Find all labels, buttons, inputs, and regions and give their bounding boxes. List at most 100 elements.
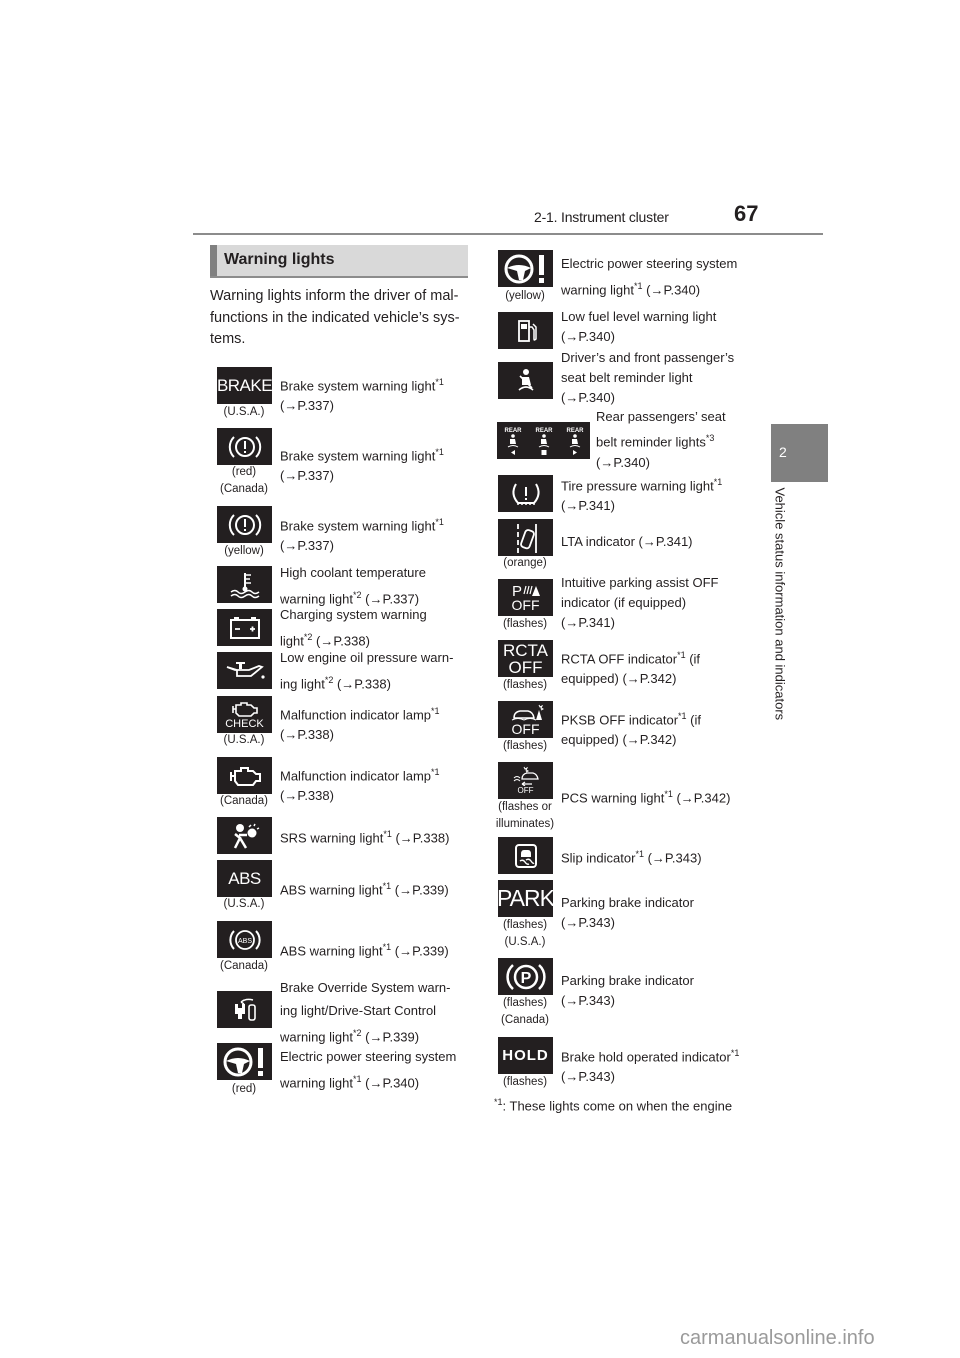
icon-caption: (flashes) (U.S.A.) xyxy=(495,917,555,951)
page-reference[interactable]: (→P.337) xyxy=(280,398,334,413)
slip-indicator-icon xyxy=(498,837,553,874)
intro-paragraph: Warning lights inform the driver of mal-… xyxy=(210,286,470,351)
icon-label: OFF xyxy=(508,657,543,677)
hold-text-icon: HOLD xyxy=(498,1037,553,1074)
item-description: Slip indicator*1 (→P.343) xyxy=(561,844,702,868)
section-header: 2-1. Instrument cluster xyxy=(534,209,669,225)
page-reference[interactable]: (→P.340) xyxy=(596,455,650,470)
engine-icon xyxy=(217,757,272,794)
icon-caption: (flashes) xyxy=(502,618,548,630)
item-description: Malfunction indicator lamp*1 (→P.338) xyxy=(280,762,440,806)
footnote-ref: *1 xyxy=(382,942,392,952)
desc-text: SRS warning light xyxy=(280,830,384,846)
park-text-icon: PARK xyxy=(497,880,555,917)
lta-icon xyxy=(498,519,553,556)
page-reference[interactable]: (→P.339) xyxy=(391,882,449,897)
chapter-title: Vehicle status information and indicator… xyxy=(772,487,788,721)
desc-text: (if xyxy=(685,651,701,667)
caption-line: (flashes or xyxy=(498,801,552,813)
chapter-tab[interactable]: 2 xyxy=(771,424,828,482)
coolant-temperature-icon xyxy=(217,566,272,603)
abs-text-icon: ABS xyxy=(217,860,272,897)
icon-label: OFF xyxy=(517,786,534,795)
brake-text-icon: BRAKE xyxy=(217,367,273,404)
desc-text: Electric power steering system xyxy=(561,256,738,271)
item-description: Electric power steering system warning li… xyxy=(561,252,737,301)
engine-check-icon: CHECK xyxy=(217,696,272,733)
item-description: Driver’s and front passenger’s seat belt … xyxy=(561,348,734,408)
page-reference[interactable]: (→P.339) xyxy=(362,1029,419,1044)
page-reference[interactable]: (→P.339) xyxy=(391,943,449,958)
desc-text: Low fuel level warning light xyxy=(561,309,717,324)
desc-text: warning light xyxy=(561,282,634,298)
desc-text: PCS warning light xyxy=(561,790,665,806)
chapter-title-vertical: Vehicle status information and indicator… xyxy=(770,488,790,752)
page-reference[interactable]: (→P.343) xyxy=(644,850,702,865)
item-description: SRS warning light*1 (→P.338) xyxy=(280,824,449,848)
footnote-text: : These lights come on when the engine xyxy=(502,1098,733,1114)
item-description: Brake system warning light*1 (→P.337) xyxy=(280,442,444,486)
brake-circle-icon xyxy=(217,506,272,543)
page-reference[interactable]: (→P.338) xyxy=(333,676,391,691)
heading-accent-bar xyxy=(210,245,217,276)
icon-label: ABS xyxy=(228,868,261,888)
desc-text: belt reminder lights xyxy=(596,433,706,449)
desc-text: ing light xyxy=(280,676,325,692)
desc-text: seat belt reminder light xyxy=(561,370,693,385)
page-reference[interactable]: (→P.340) xyxy=(561,329,615,344)
page-reference[interactable]: (→P.342) xyxy=(673,790,730,805)
desc-text: Electric power steering system xyxy=(280,1049,457,1064)
tire-pressure-icon xyxy=(498,475,553,512)
item-description: LTA indicator (→P.341) xyxy=(561,532,693,552)
brake-circle-icon xyxy=(217,428,272,465)
steering-wheel-icon xyxy=(498,250,553,287)
page-reference[interactable]: (→P.341) xyxy=(561,615,615,630)
footnote-ref: *1 xyxy=(431,706,440,716)
page-reference[interactable]: equipped) (→P.342) xyxy=(561,732,676,747)
desc-text: Brake system warning light xyxy=(280,378,436,394)
footnote-ref: *1 xyxy=(435,517,444,527)
svg-text:REAR: REAR xyxy=(566,428,584,434)
page-reference[interactable]: (→P.337) xyxy=(280,468,334,483)
icon-label: OFF xyxy=(511,720,540,737)
seat-belt-icon xyxy=(498,362,553,399)
footnote-ref: *1 xyxy=(382,881,392,891)
icon-label: CHECK xyxy=(225,717,264,730)
page-reference[interactable]: (→P.341) xyxy=(561,498,615,513)
item-description: Tire pressure warning light*1 (→P.341) xyxy=(561,472,722,516)
page-reference[interactable]: (→P.340) xyxy=(561,390,615,405)
chapter-number: 2 xyxy=(779,444,787,460)
item-description: Parking brake indicator (→P.343) xyxy=(561,971,694,1011)
desc-text: Brake Override System warn- xyxy=(280,980,451,995)
icon-caption: (U.S.A.) xyxy=(223,406,265,418)
svg-text:P: P xyxy=(512,583,522,598)
page-reference[interactable]: (→P.343) xyxy=(561,1069,615,1084)
page-reference[interactable]: (→P.340) xyxy=(643,282,700,297)
page-reference[interactable]: equipped) (→P.342) xyxy=(561,671,676,686)
battery-icon xyxy=(217,609,272,646)
desc-text: Intuitive parking assist OFF xyxy=(561,575,719,590)
footnote-ref: *2 xyxy=(353,590,362,600)
section-title: Warning lights xyxy=(224,251,335,268)
icon-caption: (U.S.A.) xyxy=(223,898,265,910)
page-reference[interactable]: (→P.343) xyxy=(561,915,615,930)
desc-text: RCTA OFF indicator xyxy=(561,651,678,667)
pksb-off-icon: OFF xyxy=(498,701,553,738)
desc-text: Brake system warning light xyxy=(280,448,436,464)
desc-text: Rear passengers’ seat xyxy=(596,409,726,424)
item-description: Parking brake indicator (→P.343) xyxy=(561,893,694,933)
page-reference[interactable]: (→P.338) xyxy=(280,727,334,742)
item-description: ABS warning light*1 (→P.339) xyxy=(280,876,449,900)
page-reference[interactable]: (→P.337) xyxy=(280,538,334,553)
page-reference[interactable]: (→P.340) xyxy=(362,1075,419,1090)
page-reference[interactable]: (→P.343) xyxy=(561,993,615,1008)
footnote-ref: *2 xyxy=(353,1028,362,1038)
footnote-ref: *1 xyxy=(664,789,673,799)
item-description: Low engine oil pressure warn-ing light*2… xyxy=(280,646,453,695)
desc-text: PKSB OFF indicator xyxy=(561,712,679,728)
page-reference[interactable]: (→P.338) xyxy=(392,830,449,845)
page-reference[interactable]: (→P.338) xyxy=(280,788,334,803)
caption-line: (Canada) xyxy=(220,483,268,495)
footnote-ref: *1 xyxy=(634,281,643,291)
item-description: RCTA OFF indicator*1 (if equipped) (→P.34… xyxy=(561,645,700,689)
